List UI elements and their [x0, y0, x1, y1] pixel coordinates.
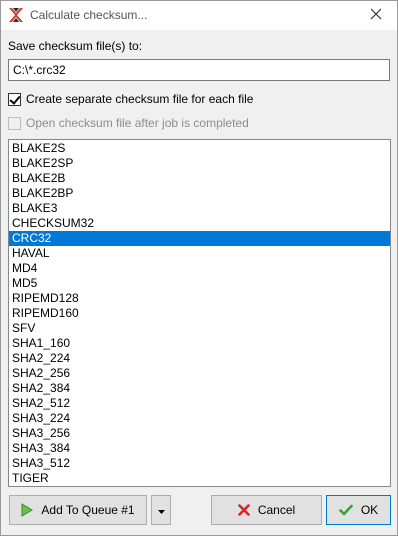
calculate-checksum-dialog: Calculate checksum... Save checksum file…: [0, 0, 398, 536]
cancel-button[interactable]: Cancel: [211, 495, 322, 525]
list-item[interactable]: SHA1_160: [9, 336, 390, 351]
list-item[interactable]: SHA3_512: [9, 456, 390, 471]
title-bar: Calculate checksum...: [1, 1, 397, 30]
list-item[interactable]: CHECKSUM32: [9, 216, 390, 231]
ok-button[interactable]: OK: [326, 495, 391, 525]
list-item[interactable]: SHA3_224: [9, 411, 390, 426]
checksum-path-input[interactable]: [8, 59, 390, 81]
list-item[interactable]: SHA3_384: [9, 441, 390, 456]
cancel-label: Cancel: [257, 503, 296, 517]
list-item[interactable]: BLAKE2B: [9, 171, 390, 186]
separate-file-checkbox[interactable]: [8, 92, 21, 106]
save-location-label: Save checksum file(s) to:: [8, 39, 143, 53]
list-item[interactable]: BLAKE2S: [9, 141, 390, 156]
list-item-selected[interactable]: CRC32: [9, 231, 390, 246]
open-after-label: Open checksum file after job is complete…: [26, 116, 249, 130]
red-x-icon: [238, 504, 250, 516]
list-item[interactable]: BLAKE2SP: [9, 156, 390, 171]
list-item[interactable]: SFV: [9, 321, 390, 336]
ok-label: OK: [360, 503, 379, 517]
list-item[interactable]: SHA2_224: [9, 351, 390, 366]
algorithm-list[interactable]: BLAKE2S BLAKE2SP BLAKE2B BLAKE2BP BLAKE3…: [8, 139, 391, 487]
list-item[interactable]: SHA2_384: [9, 381, 390, 396]
list-item[interactable]: HAVAL: [9, 246, 390, 261]
list-item[interactable]: MD5: [9, 276, 390, 291]
add-to-queue-label: Add To Queue #1: [41, 503, 135, 517]
open-after-checkbox: [8, 116, 21, 130]
list-item[interactable]: RIPEMD128: [9, 291, 390, 306]
list-item[interactable]: BLAKE2BP: [9, 186, 390, 201]
green-check-icon: [339, 504, 353, 516]
close-icon: [370, 7, 382, 24]
list-item[interactable]: TIGER: [9, 471, 390, 486]
add-to-queue-button[interactable]: Add To Queue #1: [9, 495, 147, 525]
list-item[interactable]: MD4: [9, 261, 390, 276]
close-button[interactable]: [355, 1, 397, 30]
double-commander-icon: [8, 7, 24, 23]
list-item[interactable]: BLAKE3: [9, 201, 390, 216]
list-item[interactable]: SHA2_512: [9, 396, 390, 411]
list-item[interactable]: RIPEMD160: [9, 306, 390, 321]
window-title: Calculate checksum...: [30, 8, 148, 22]
list-item[interactable]: SHA3_256: [9, 426, 390, 441]
separate-file-label: Create separate checksum file for each f…: [26, 92, 254, 106]
queue-dropdown-button[interactable]: [151, 495, 171, 525]
chevron-down-icon: [157, 503, 165, 517]
separate-file-option[interactable]: Create separate checksum file for each f…: [8, 91, 253, 107]
play-arrow-icon: [21, 503, 34, 517]
open-after-option: Open checksum file after job is complete…: [8, 115, 249, 131]
list-item[interactable]: SHA2_256: [9, 366, 390, 381]
